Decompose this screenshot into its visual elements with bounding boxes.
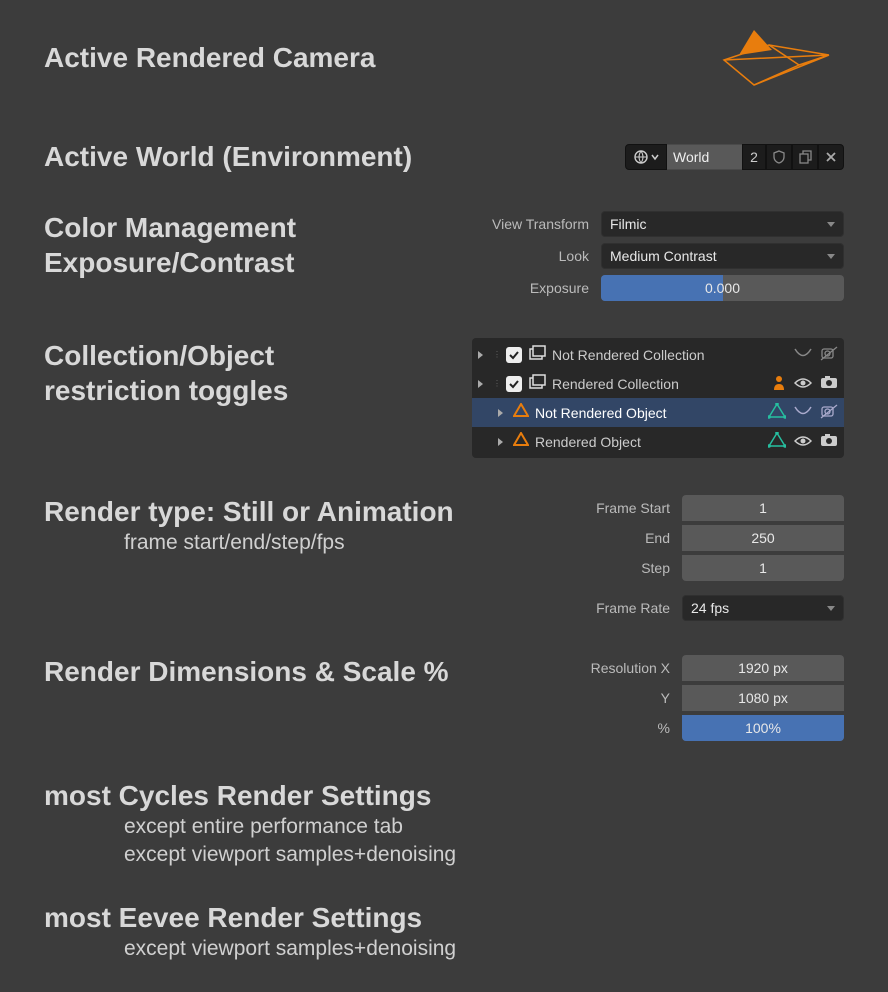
collection-enable-checkbox[interactable] bbox=[506, 347, 522, 363]
res-y-label: Y bbox=[554, 690, 674, 706]
section-render-type: Render type: Still or Animation frame st… bbox=[44, 494, 844, 622]
disclosure-icon[interactable] bbox=[478, 380, 483, 388]
collection-enable-checkbox[interactable] bbox=[506, 376, 522, 392]
camera-render-icon[interactable] bbox=[820, 433, 838, 450]
section-restriction: Collection/Object restriction toggles ⋮ … bbox=[44, 338, 844, 458]
frame-step-label: Step bbox=[554, 560, 674, 576]
disable-render-icon[interactable] bbox=[820, 404, 838, 422]
restriction-heading-1: Collection/Object bbox=[44, 338, 472, 373]
res-x-label: Resolution X bbox=[554, 660, 674, 676]
outliner-item-name: Rendered Collection bbox=[552, 376, 679, 392]
world-browse-button[interactable] bbox=[625, 144, 667, 170]
eye-icon[interactable] bbox=[794, 376, 812, 392]
outliner-row-object[interactable]: Not Rendered Object bbox=[472, 398, 844, 427]
eevee-sub-1: except viewport samples+denoising bbox=[124, 935, 844, 963]
cycles-sub-1: except entire performance tab bbox=[124, 813, 844, 841]
frame-end-field[interactable]: 250 bbox=[682, 525, 844, 551]
hierarchy-dots: ⋮ bbox=[493, 379, 500, 388]
world-new-button[interactable] bbox=[792, 144, 818, 170]
restriction-heading-2: restriction toggles bbox=[44, 373, 472, 408]
dimensions-heading: Render Dimensions & Scale % bbox=[44, 654, 554, 689]
colormgmt-heading-2: Exposure/Contrast bbox=[44, 245, 464, 280]
exposure-label: Exposure bbox=[464, 280, 593, 296]
person-icon[interactable] bbox=[772, 375, 786, 393]
disclosure-icon[interactable] bbox=[498, 409, 503, 417]
frame-start-field[interactable]: 1 bbox=[682, 495, 844, 521]
res-pct-label: % bbox=[554, 720, 674, 736]
disclosure-icon[interactable] bbox=[498, 438, 503, 446]
collection-icon bbox=[528, 373, 546, 394]
frame-start-label: Frame Start bbox=[554, 500, 674, 516]
res-pct-field[interactable]: 100% bbox=[682, 715, 844, 741]
eevee-heading: most Eevee Render Settings bbox=[44, 900, 844, 935]
frame-end-label: End bbox=[554, 530, 674, 546]
shield-icon bbox=[772, 150, 786, 164]
world-icon bbox=[633, 149, 649, 165]
camera-render-icon[interactable] bbox=[820, 375, 838, 392]
res-pct-value: 100% bbox=[745, 720, 781, 736]
hierarchy-dots: ⋮ bbox=[493, 350, 500, 359]
world-name-field[interactable]: World bbox=[667, 144, 742, 170]
chevron-down-icon bbox=[651, 153, 659, 161]
frame-rate-dropdown[interactable]: 24 fps bbox=[682, 595, 844, 621]
duplicate-icon bbox=[798, 150, 812, 164]
world-unlink-button[interactable] bbox=[818, 144, 844, 170]
world-fake-user-button[interactable] bbox=[766, 144, 792, 170]
res-x-field[interactable]: 1920 px bbox=[682, 655, 844, 681]
mesh-object-icon bbox=[513, 403, 529, 422]
outliner-row-collection[interactable]: ⋮ Rendered Collection bbox=[472, 369, 844, 398]
section-dimensions: Render Dimensions & Scale % Resolution X… bbox=[44, 654, 844, 742]
res-y-value: 1080 px bbox=[738, 690, 788, 706]
arc-exclude-icon[interactable] bbox=[794, 405, 812, 421]
mesh-data-icon[interactable] bbox=[768, 432, 786, 451]
outliner-row-object[interactable]: Rendered Object bbox=[472, 427, 844, 456]
look-label: Look bbox=[464, 248, 593, 264]
collection-icon bbox=[528, 344, 546, 365]
mesh-data-icon[interactable] bbox=[768, 403, 786, 422]
section-cycles: most Cycles Render Settings except entir… bbox=[44, 778, 844, 870]
outliner-item-name: Not Rendered Object bbox=[535, 405, 667, 421]
camera-heading: Active Rendered Camera bbox=[44, 40, 704, 75]
section-color-management: Color Management Exposure/Contrast View … bbox=[44, 210, 844, 302]
frame-end-value: 250 bbox=[751, 530, 774, 546]
colormgmt-heading-1: Color Management bbox=[44, 210, 464, 245]
section-eevee: most Eevee Render Settings except viewpo… bbox=[44, 900, 844, 963]
world-selector[interactable]: World 2 bbox=[625, 143, 844, 171]
frame-step-field[interactable]: 1 bbox=[682, 555, 844, 581]
close-icon bbox=[825, 151, 837, 163]
world-heading: Active World (Environment) bbox=[44, 139, 625, 174]
outliner-row-collection[interactable]: ⋮ Not Rendered Collection bbox=[472, 340, 844, 369]
cycles-sub-2: except viewport samples+denoising bbox=[124, 841, 844, 869]
outliner-item-name: Not Rendered Collection bbox=[552, 347, 705, 363]
frame-step-value: 1 bbox=[759, 560, 767, 576]
section-camera: Active Rendered Camera bbox=[44, 40, 844, 113]
exposure-value: 0.000 bbox=[705, 280, 740, 296]
arc-exclude-icon[interactable] bbox=[794, 347, 812, 363]
outliner-panel: ⋮ Not Rendered Collection bbox=[472, 338, 844, 458]
exposure-field[interactable]: 0.000 bbox=[601, 275, 844, 301]
res-x-value: 1920 px bbox=[738, 660, 788, 676]
view-transform-dropdown[interactable]: Filmic bbox=[601, 211, 844, 237]
rendertype-sub: frame start/end/step/fps bbox=[124, 529, 554, 557]
cycles-heading: most Cycles Render Settings bbox=[44, 778, 844, 813]
outliner-item-name: Rendered Object bbox=[535, 434, 641, 450]
view-transform-label: View Transform bbox=[464, 216, 593, 232]
eye-icon[interactable] bbox=[794, 434, 812, 450]
look-dropdown[interactable]: Medium Contrast bbox=[601, 243, 844, 269]
disclosure-icon[interactable] bbox=[478, 351, 483, 359]
res-y-field[interactable]: 1080 px bbox=[682, 685, 844, 711]
disable-render-icon[interactable] bbox=[820, 346, 838, 364]
rendertype-heading: Render type: Still or Animation bbox=[44, 494, 554, 529]
mesh-object-icon bbox=[513, 432, 529, 451]
frame-start-value: 1 bbox=[759, 500, 767, 516]
section-world: Active World (Environment) World 2 bbox=[44, 139, 844, 174]
frame-rate-label: Frame Rate bbox=[554, 600, 674, 616]
world-users-count[interactable]: 2 bbox=[742, 144, 766, 170]
camera-icon bbox=[704, 20, 844, 110]
